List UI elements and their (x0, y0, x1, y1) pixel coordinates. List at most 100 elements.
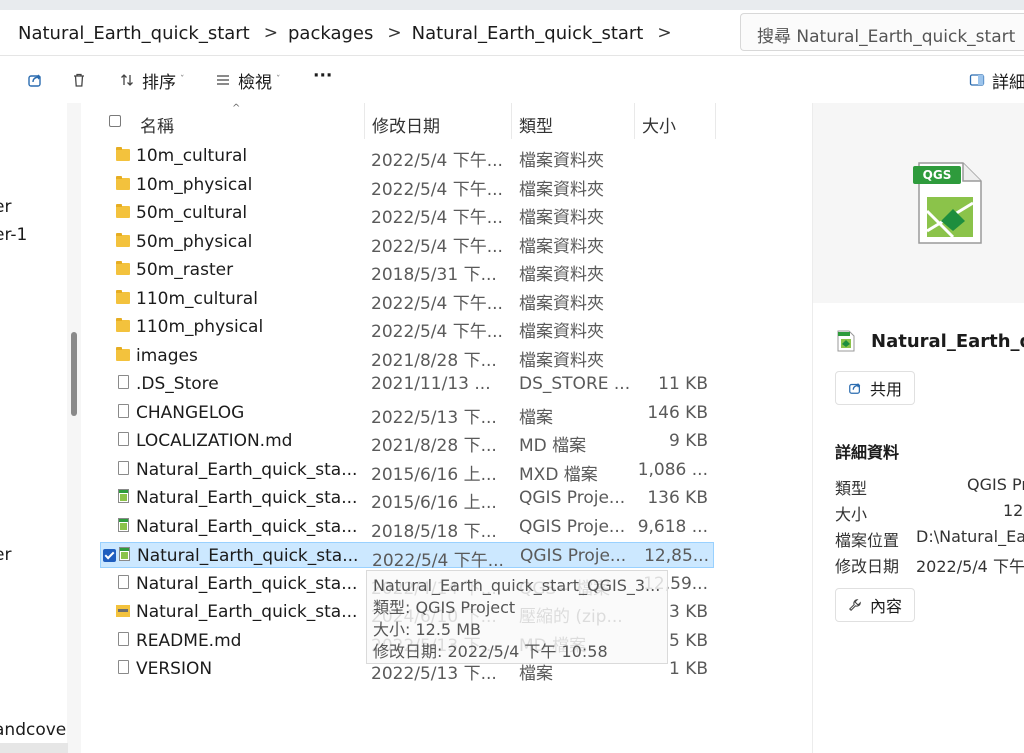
qgs-badge: QGS (913, 166, 961, 184)
column-header-size[interactable]: 大小 (642, 109, 676, 139)
folder-icon (116, 147, 130, 161)
file-name: CHANGELOG (136, 402, 245, 423)
file-row[interactable]: 50m_raster 2018/5/31 下... 檔案資料夾 (100, 257, 714, 285)
nav-item[interactable]: er-1 (0, 225, 27, 245)
details-heading: 詳細資料 (835, 443, 900, 462)
address-bar[interactable]: Natural_Earth_quick_start > packages > N… (0, 10, 1024, 56)
column-divider[interactable] (634, 103, 635, 139)
file-name: 50m_cultural (136, 203, 248, 223)
file-name: Natural_Earth_quick_sta... (137, 546, 357, 566)
file-size: 1,086 ... (637, 459, 708, 480)
file-type: MXD 檔案 (519, 464, 598, 485)
more-options-button[interactable]: ··· (313, 63, 332, 89)
file-name: 50m_physical (136, 231, 253, 252)
file-date: 2018/5/31 下... (371, 265, 497, 285)
file-icon (118, 631, 129, 646)
breadcrumb-item[interactable]: packages (284, 23, 379, 44)
file-date: 2021/11/13 ... (371, 374, 491, 394)
folder-icon (116, 204, 130, 218)
column-divider[interactable] (364, 103, 365, 139)
file-row[interactable]: LOCALIZATION.md 2021/8/28 下... MD 檔案 9 KB (100, 428, 714, 456)
list-view-icon (214, 71, 232, 89)
column-header-date[interactable]: 修改日期 (372, 109, 440, 139)
file-type: 檔案資料夾 (519, 151, 604, 171)
file-row[interactable]: .DS_Store 2021/11/13 ... DS_STORE ... 11 KB (100, 371, 714, 397)
file-row[interactable]: Natural_Earth_quick_sta... 2018/5/18 下...… (100, 514, 714, 542)
file-type: QGIS Proje... (519, 488, 626, 508)
share-icon (848, 381, 862, 395)
file-row[interactable]: Natural_Earth_quick_sta... 2022/5/4 下午...… (100, 542, 714, 571)
nav-item[interactable]: andcove (0, 720, 66, 740)
chevron-right-icon[interactable]: > (256, 23, 284, 43)
folder-icon (116, 232, 130, 247)
qgs-icon (118, 489, 129, 503)
nav-scrollbar-track[interactable] (67, 103, 81, 753)
search-input[interactable]: 搜尋 Natural_Earth_quick_start (740, 13, 1024, 51)
file-row[interactable]: 10m_physical 2022/5/4 下午... 檔案資料夾 (100, 172, 714, 200)
column-divider[interactable] (511, 103, 512, 139)
file-name: Natural_Earth_quick_sta... (136, 459, 356, 480)
view-label: 檢視 (238, 72, 272, 93)
file-date: 2022/5/13 下... (371, 407, 497, 428)
breadcrumb-item[interactable]: Natural_Earth_quick_start (408, 23, 650, 44)
file-row[interactable]: CHANGELOG 2022/5/13 下... 檔案 146 KB (100, 400, 714, 428)
row-checkbox[interactable] (103, 549, 116, 562)
view-button[interactable]: 檢視 ˇ (214, 67, 281, 93)
file-type: 檔案資料夾 (519, 179, 604, 200)
file-date: 2022/5/4 下午... (371, 236, 503, 257)
file-icon (118, 403, 129, 418)
file-size: 11 KB (658, 374, 708, 394)
column-divider[interactable] (715, 103, 716, 139)
qgs-icon (119, 547, 130, 561)
tooltip-modified: 修改日期: 2022/5/4 下午 10:58 (373, 642, 608, 661)
file-row[interactable]: 110m_cultural 2022/5/4 下午... 檔案資料夾 (100, 286, 714, 314)
properties-button[interactable]: 內容 (835, 588, 916, 622)
detail-value: QGIS Pr (967, 475, 1024, 494)
file-name: Natural_Earth_quick_sta... (136, 516, 356, 537)
folder-icon (116, 261, 130, 275)
breadcrumb-item[interactable]: Natural_Earth_quick_start (0, 23, 256, 44)
file-row[interactable]: images 2021/8/28 下... 檔案資料夾 (100, 343, 714, 371)
sort-button[interactable]: 排序 ˇ (118, 67, 185, 93)
file-row[interactable]: 50m_physical 2022/5/4 下午... 檔案資料夾 (100, 229, 714, 257)
file-row[interactable]: 110m_physical 2022/5/4 下午... 檔案資料夾 (100, 314, 714, 342)
nav-selected-item[interactable] (0, 743, 68, 753)
nav-scrollbar-thumb[interactable] (71, 332, 77, 416)
detail-value: 2022/5/4 下午 (916, 557, 1024, 576)
file-row[interactable]: 50m_cultural 2022/5/4 下午... 檔案資料夾 (100, 200, 714, 228)
file-size: 9 KB (668, 431, 708, 451)
file-name: Natural_Earth_quick_sta... (136, 602, 356, 622)
column-header-type[interactable]: 類型 (519, 109, 553, 139)
file-row[interactable]: Natural_Earth_quick_sta... 2015/6/16 上...… (100, 457, 714, 485)
chevron-right-icon[interactable]: > (649, 23, 677, 43)
sort-ascending-icon: ^ (232, 103, 241, 114)
file-row[interactable]: Natural_Earth_quick_sta... 2015/6/16 上...… (100, 485, 714, 513)
file-size: 136 KB (647, 488, 708, 508)
file-size: 12,85... (644, 546, 709, 566)
file-icon (118, 375, 129, 389)
breadcrumb: Natural_Earth_quick_start > packages > N… (0, 22, 678, 44)
file-date: 2022/5/4 下午... (371, 322, 503, 342)
nav-item[interactable]: er (0, 197, 11, 217)
details-label: 詳細 (992, 72, 1024, 93)
file-type: 檔案資料夾 (519, 236, 604, 257)
nav-item[interactable]: er (0, 545, 11, 565)
details-pane: QGS Natural_Earth_qu 共用 詳細資料 類型 QGIS Pr … (812, 103, 1024, 753)
file-name: README.md (136, 630, 242, 651)
select-all-checkbox[interactable] (109, 115, 121, 127)
properties-label: 內容 (870, 597, 903, 616)
share-button[interactable] (26, 67, 50, 93)
details-title: Natural_Earth_qu (871, 331, 1024, 352)
file-date: 2021/8/28 下... (371, 350, 497, 371)
trash-icon (70, 71, 88, 89)
chevron-right-icon[interactable]: > (379, 23, 407, 43)
delete-button[interactable] (70, 67, 94, 93)
details-pane-icon (968, 71, 986, 89)
share-button[interactable]: 共用 (835, 371, 916, 405)
file-name: .DS_Store (136, 374, 219, 394)
share-icon (26, 71, 44, 89)
column-header-name[interactable]: 名稱 (140, 109, 174, 139)
details-pane-button[interactable]: 詳細 (968, 67, 1024, 93)
detail-value: D:\Natural_Ea (916, 527, 1024, 546)
file-row[interactable]: 10m_cultural 2022/5/4 下午... 檔案資料夾 (100, 143, 714, 171)
